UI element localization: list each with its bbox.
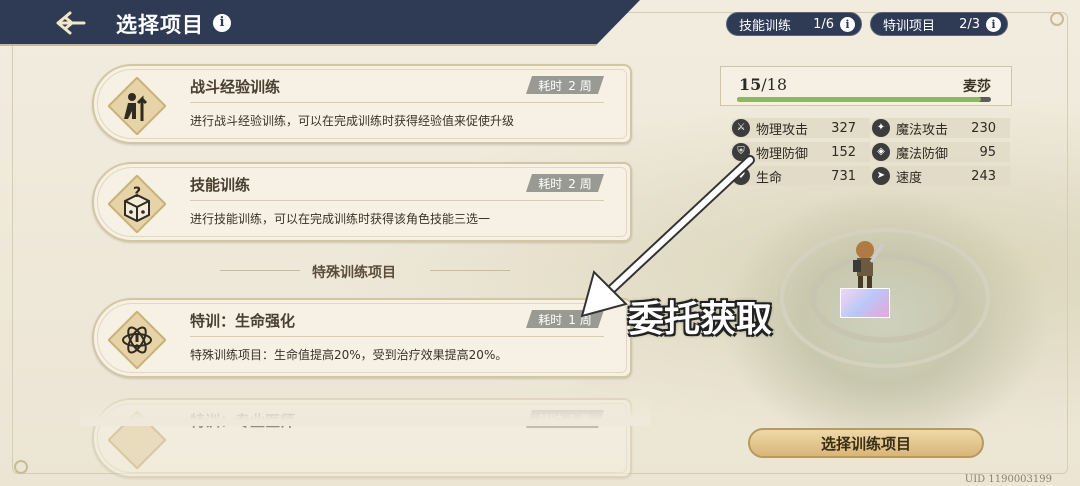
time-value: 2 周 <box>568 78 592 93</box>
stat-value: 95 <box>979 144 996 160</box>
skill-training-counter: 技能训练 1/6 i <box>726 12 862 36</box>
time-label: 耗时 <box>538 312 563 327</box>
info-icon[interactable]: i <box>840 16 855 32</box>
stat-speed: ➤ 速度 243 <box>870 166 1010 186</box>
stat-magic-defense: ◈ 魔法防御 95 <box>870 142 1010 162</box>
divider <box>190 200 604 201</box>
stat-label: 速度 <box>896 170 923 186</box>
magic-shield-icon: ◈ <box>872 143 890 161</box>
user-id: UID 1190003199 <box>964 474 1052 485</box>
svg-text:?: ? <box>133 185 141 201</box>
wand-icon: ✦ <box>872 119 890 137</box>
counter-label: 特训项目 <box>883 18 936 34</box>
card-title: 战斗经验训练 <box>190 78 281 96</box>
character-count: 15/18 <box>739 75 788 94</box>
card-description: 进行战斗经验训练，可以在完成训练时获得经验值来促使升级 <box>190 114 515 128</box>
training-card-combat-exp[interactable]: 战斗经验训练 耗时 2 周 进行战斗经验训练，可以在完成训练时获得经验值来促使升… <box>92 64 632 144</box>
stat-value: 731 <box>831 168 856 184</box>
header-bar <box>0 0 640 46</box>
info-icon[interactable]: i <box>213 14 231 32</box>
training-card-life-boost[interactable]: 特训：生命强化 耗时 1 周 特殊训练项目：生命值提高20%，受到治疗效果提高2… <box>92 298 632 378</box>
atom-icon <box>107 310 167 370</box>
back-arrow-icon[interactable] <box>50 8 90 38</box>
card-title: 特训：生命强化 <box>190 312 296 330</box>
select-training-button[interactable]: 选择训练项目 <box>748 428 984 458</box>
training-card-skill[interactable]: ? 技能训练 耗时 2 周 进行技能训练，可以在完成训练时获得该角色技能三选一 <box>92 162 632 242</box>
progress-track <box>737 97 991 102</box>
boot-icon: ➤ <box>872 167 890 185</box>
stat-physical-attack: ⚔ 物理攻击 327 <box>730 118 870 138</box>
special-training-counter: 特训项目 2/3 i <box>870 12 1008 36</box>
stat-value: 243 <box>971 168 996 184</box>
time-label: 耗时 <box>538 176 563 191</box>
stat-value: 327 <box>831 120 856 136</box>
section-ornament-right <box>430 270 510 271</box>
corner-ornament <box>1050 12 1064 26</box>
card-description: 进行技能训练，可以在完成训练时获得该角色技能三选一 <box>190 212 491 226</box>
level-up-icon <box>107 76 167 136</box>
divider <box>190 336 604 337</box>
section-ornament-left <box>220 270 300 271</box>
time-label: 耗时 <box>538 78 563 93</box>
dice-question-icon: ? <box>107 174 167 234</box>
stat-value: 230 <box>971 120 996 136</box>
card-description: 特殊训练项目：生命值提高20%，受到治疗效果提高20%。 <box>190 348 508 362</box>
counter-value: 2/3 <box>959 16 980 32</box>
progress-fill <box>737 97 981 102</box>
counter-value: 1/6 <box>813 16 834 32</box>
character-name: 麦莎 <box>963 79 991 95</box>
character-sprite <box>845 238 885 294</box>
stat-magic-attack: ✦ 魔法攻击 230 <box>870 118 1010 138</box>
stat-value: 152 <box>831 144 856 160</box>
sword-icon: ⚔ <box>732 119 750 137</box>
divider <box>190 102 604 103</box>
stat-label: 魔法防御 <box>896 146 949 162</box>
stat-label: 物理攻击 <box>756 122 809 138</box>
annotation-label: 委托获取 <box>628 299 773 340</box>
page-title: 选择项目 <box>116 13 204 37</box>
card-title: 技能训练 <box>190 176 251 194</box>
scroll-fade <box>80 396 650 426</box>
info-icon[interactable]: i <box>986 16 1001 32</box>
time-cost-badge: 耗时 2 周 <box>526 76 604 94</box>
character-summary: 15/18 麦莎 <box>720 66 1012 106</box>
stat-label: 魔法攻击 <box>896 122 949 138</box>
counter-label: 技能训练 <box>739 18 792 34</box>
corner-ornament <box>14 460 28 474</box>
section-title: 特殊训练项目 <box>312 265 396 281</box>
